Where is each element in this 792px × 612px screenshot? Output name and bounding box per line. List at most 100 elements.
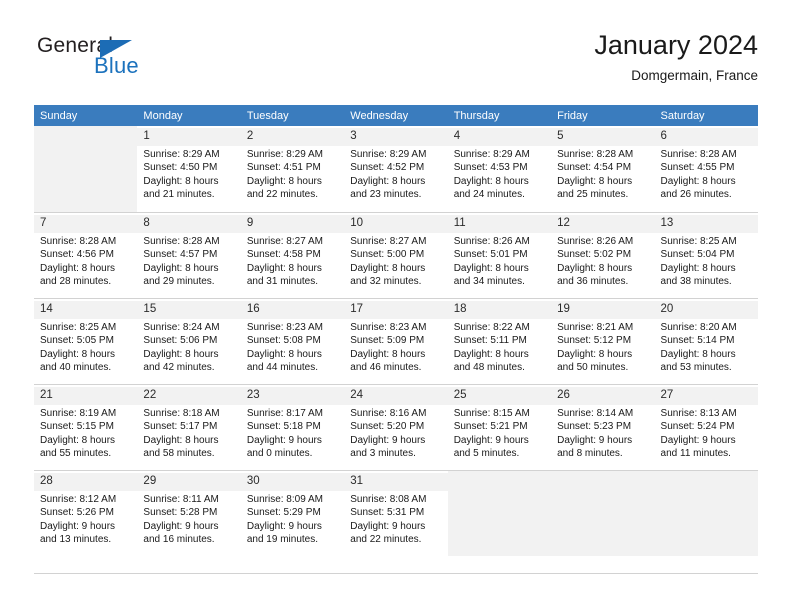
weekday-header-monday: Monday <box>137 105 241 126</box>
calendar-day-cell[interactable]: 6 Sunrise: 8:28 AM Sunset: 4:55 PM Daylig… <box>654 126 758 212</box>
calendar-day-cell[interactable]: 22 Sunrise: 8:18 AM Sunset: 5:17 PM Dayli… <box>137 384 241 470</box>
day-sun-info: Sunrise: 8:28 AM Sunset: 4:56 PM Dayligh… <box>40 236 117 288</box>
day-sun-info: Sunrise: 8:29 AM Sunset: 4:52 PM Dayligh… <box>350 149 427 201</box>
day-cell-inner: 7 Sunrise: 8:28 AM Sunset: 4:56 PM Daylig… <box>34 212 138 298</box>
calendar-day-cell[interactable]: 14 Sunrise: 8:25 AM Sunset: 5:05 PM Dayli… <box>34 298 138 384</box>
day-cell-inner: 6 Sunrise: 8:28 AM Sunset: 4:55 PM Daylig… <box>654 126 758 212</box>
calendar-day-cell[interactable]: 24 Sunrise: 8:16 AM Sunset: 5:20 PM Dayli… <box>344 384 448 470</box>
calendar-day-cell[interactable]: 27 Sunrise: 8:13 AM Sunset: 5:24 PM Dayli… <box>654 384 758 470</box>
day-sun-info: Sunrise: 8:21 AM Sunset: 5:12 PM Dayligh… <box>557 322 634 374</box>
calendar-day-cell[interactable]: 30 Sunrise: 8:09 AM Sunset: 5:29 PM Dayli… <box>240 470 345 556</box>
day-cell-inner: 22 Sunrise: 8:18 AM Sunset: 5:17 PM Dayli… <box>137 384 241 470</box>
day-number: 13 <box>654 215 758 233</box>
day-cell-inner: 25 Sunrise: 8:15 AM Sunset: 5:21 PM Dayli… <box>447 384 552 470</box>
day-number: 3 <box>344 128 448 146</box>
day-number: 27 <box>654 387 758 405</box>
day-cell-inner: 14 Sunrise: 8:25 AM Sunset: 5:05 PM Dayli… <box>34 298 138 384</box>
day-number: 26 <box>551 387 655 405</box>
calendar-day-cell[interactable]: 12 Sunrise: 8:26 AM Sunset: 5:02 PM Dayli… <box>551 212 655 298</box>
day-sun-info: Sunrise: 8:27 AM Sunset: 5:00 PM Dayligh… <box>350 236 427 288</box>
calendar-day-cell[interactable]: 11 Sunrise: 8:26 AM Sunset: 5:01 PM Dayli… <box>447 212 552 298</box>
day-sun-info: Sunrise: 8:24 AM Sunset: 5:06 PM Dayligh… <box>143 322 220 374</box>
calendar-day-cell[interactable]: 19 Sunrise: 8:21 AM Sunset: 5:12 PM Dayli… <box>551 298 655 384</box>
day-number: 25 <box>447 387 552 405</box>
calendar-day-cell[interactable]: 4 Sunrise: 8:29 AM Sunset: 4:53 PM Daylig… <box>447 126 552 212</box>
calendar-week-row: 28 Sunrise: 8:12 AM Sunset: 5:26 PM Dayli… <box>34 470 758 556</box>
calendar-day-cell[interactable]: 16 Sunrise: 8:23 AM Sunset: 5:08 PM Dayli… <box>240 298 345 384</box>
day-sun-info: Sunrise: 8:23 AM Sunset: 5:08 PM Dayligh… <box>246 322 323 374</box>
calendar-day-cell[interactable]: 20 Sunrise: 8:20 AM Sunset: 5:14 PM Dayli… <box>654 298 758 384</box>
day-cell-inner: 1 Sunrise: 8:29 AM Sunset: 4:50 PM Daylig… <box>137 126 241 212</box>
calendar-page: General Blue January 2024 Domgermain, Fr… <box>0 0 792 612</box>
weekday-header-row: Sunday Monday Tuesday Wednesday Thursday… <box>34 105 758 126</box>
calendar-day-cell[interactable]: 1 Sunrise: 8:29 AM Sunset: 4:50 PM Daylig… <box>137 126 241 212</box>
day-sun-info: Sunrise: 8:18 AM Sunset: 5:17 PM Dayligh… <box>143 408 220 460</box>
calendar-week-row: 7 Sunrise: 8:28 AM Sunset: 4:56 PM Daylig… <box>34 212 758 298</box>
day-cell-inner: 10 Sunrise: 8:27 AM Sunset: 5:00 PM Dayli… <box>344 212 448 298</box>
day-sun-info: Sunrise: 8:23 AM Sunset: 5:09 PM Dayligh… <box>350 322 427 374</box>
calendar-table: Sunday Monday Tuesday Wednesday Thursday… <box>34 105 758 556</box>
calendar-day-cell[interactable]: 31 Sunrise: 8:08 AM Sunset: 5:31 PM Dayli… <box>344 470 448 556</box>
calendar-day-cell[interactable]: 25 Sunrise: 8:15 AM Sunset: 5:21 PM Dayli… <box>447 384 552 470</box>
day-number: 14 <box>34 301 138 319</box>
day-number: 23 <box>240 387 345 405</box>
day-sun-info: Sunrise: 8:28 AM Sunset: 4:54 PM Dayligh… <box>557 149 634 201</box>
day-cell-inner: 30 Sunrise: 8:09 AM Sunset: 5:29 PM Dayli… <box>240 470 345 556</box>
calendar-day-cell[interactable]: 7 Sunrise: 8:28 AM Sunset: 4:56 PM Daylig… <box>34 212 138 298</box>
title-block: January 2024 Domgermain, France <box>594 28 758 86</box>
calendar-week-row: 14 Sunrise: 8:25 AM Sunset: 5:05 PM Dayli… <box>34 298 758 384</box>
general-blue-logo[interactable]: General Blue <box>34 34 214 86</box>
page-title: January 2024 <box>594 30 758 60</box>
day-sun-info: Sunrise: 8:09 AM Sunset: 5:29 PM Dayligh… <box>246 494 323 546</box>
calendar-day-cell[interactable]: 2 Sunrise: 8:29 AM Sunset: 4:51 PM Daylig… <box>240 126 345 212</box>
day-sun-info: Sunrise: 8:11 AM Sunset: 5:28 PM Dayligh… <box>143 494 219 546</box>
day-sun-info: Sunrise: 8:26 AM Sunset: 5:01 PM Dayligh… <box>453 236 530 288</box>
page-header: General Blue January 2024 Domgermain, Fr… <box>34 28 758 96</box>
calendar-day-cell[interactable]: 9 Sunrise: 8:27 AM Sunset: 4:58 PM Daylig… <box>240 212 345 298</box>
weekday-header-tuesday: Tuesday <box>240 105 345 126</box>
calendar-day-cell[interactable]: 5 Sunrise: 8:28 AM Sunset: 4:54 PM Daylig… <box>551 126 655 212</box>
day-sun-info: Sunrise: 8:20 AM Sunset: 5:14 PM Dayligh… <box>660 322 737 374</box>
day-sun-info: Sunrise: 8:08 AM Sunset: 5:31 PM Dayligh… <box>350 494 427 546</box>
day-sun-info: Sunrise: 8:15 AM Sunset: 5:21 PM Dayligh… <box>453 408 530 460</box>
day-number: 19 <box>551 301 655 319</box>
day-sun-info: Sunrise: 8:28 AM Sunset: 4:55 PM Dayligh… <box>660 149 737 201</box>
day-cell-inner: 28 Sunrise: 8:12 AM Sunset: 5:26 PM Dayli… <box>34 470 138 556</box>
weekday-header-thursday: Thursday <box>447 105 552 126</box>
day-sun-info: Sunrise: 8:16 AM Sunset: 5:20 PM Dayligh… <box>350 408 427 460</box>
day-sun-info: Sunrise: 8:19 AM Sunset: 5:15 PM Dayligh… <box>40 408 117 460</box>
day-number: 11 <box>447 215 552 233</box>
day-sun-info: Sunrise: 8:17 AM Sunset: 5:18 PM Dayligh… <box>246 408 323 460</box>
calendar-day-cell[interactable]: 28 Sunrise: 8:12 AM Sunset: 5:26 PM Dayli… <box>34 470 138 556</box>
calendar-day-cell[interactable]: 23 Sunrise: 8:17 AM Sunset: 5:18 PM Dayli… <box>240 384 345 470</box>
page-subtitle: Domgermain, France <box>631 68 758 83</box>
weekday-header-friday: Friday <box>551 105 655 126</box>
day-number: 8 <box>137 215 241 233</box>
day-sun-info: Sunrise: 8:25 AM Sunset: 5:05 PM Dayligh… <box>40 322 117 374</box>
day-number: 2 <box>240 128 345 146</box>
calendar-day-cell[interactable]: 17 Sunrise: 8:23 AM Sunset: 5:09 PM Dayli… <box>344 298 448 384</box>
day-number: 10 <box>344 215 448 233</box>
day-cell-inner: 23 Sunrise: 8:17 AM Sunset: 5:18 PM Dayli… <box>240 384 345 470</box>
day-cell-inner: 18 Sunrise: 8:22 AM Sunset: 5:11 PM Dayli… <box>447 298 552 384</box>
day-sun-info: Sunrise: 8:28 AM Sunset: 4:57 PM Dayligh… <box>143 236 220 288</box>
calendar-day-cell[interactable]: 3 Sunrise: 8:29 AM Sunset: 4:52 PM Daylig… <box>344 126 448 212</box>
calendar-day-cell[interactable]: 26 Sunrise: 8:14 AM Sunset: 5:23 PM Dayli… <box>551 384 655 470</box>
day-cell-inner: 3 Sunrise: 8:29 AM Sunset: 4:52 PM Daylig… <box>344 126 448 212</box>
weekday-header-wednesday: Wednesday <box>344 105 448 126</box>
calendar-day-cell[interactable]: 15 Sunrise: 8:24 AM Sunset: 5:06 PM Dayli… <box>137 298 241 384</box>
calendar-day-cell[interactable]: 21 Sunrise: 8:19 AM Sunset: 5:15 PM Dayli… <box>34 384 138 470</box>
calendar-day-cell[interactable]: 10 Sunrise: 8:27 AM Sunset: 5:00 PM Dayli… <box>344 212 448 298</box>
calendar-day-cell[interactable]: 8 Sunrise: 8:28 AM Sunset: 4:57 PM Daylig… <box>137 212 241 298</box>
day-cell-inner: 26 Sunrise: 8:14 AM Sunset: 5:23 PM Dayli… <box>551 384 655 470</box>
day-cell-inner: 2 Sunrise: 8:29 AM Sunset: 4:51 PM Daylig… <box>240 126 345 212</box>
day-cell-inner: 27 Sunrise: 8:13 AM Sunset: 5:24 PM Dayli… <box>654 384 758 470</box>
day-cell-inner: 11 Sunrise: 8:26 AM Sunset: 5:01 PM Dayli… <box>447 212 552 298</box>
calendar-day-cell[interactable]: 13 Sunrise: 8:25 AM Sunset: 5:04 PM Dayli… <box>654 212 758 298</box>
calendar-day-cell[interactable]: 29 Sunrise: 8:11 AM Sunset: 5:28 PM Dayli… <box>137 470 241 556</box>
day-sun-info: Sunrise: 8:14 AM Sunset: 5:23 PM Dayligh… <box>557 408 634 460</box>
day-number: 4 <box>447 128 552 146</box>
day-cell-inner: 12 Sunrise: 8:26 AM Sunset: 5:02 PM Dayli… <box>551 212 655 298</box>
day-cell-inner <box>447 470 552 556</box>
calendar-day-cell[interactable]: 18 Sunrise: 8:22 AM Sunset: 5:11 PM Dayli… <box>447 298 552 384</box>
